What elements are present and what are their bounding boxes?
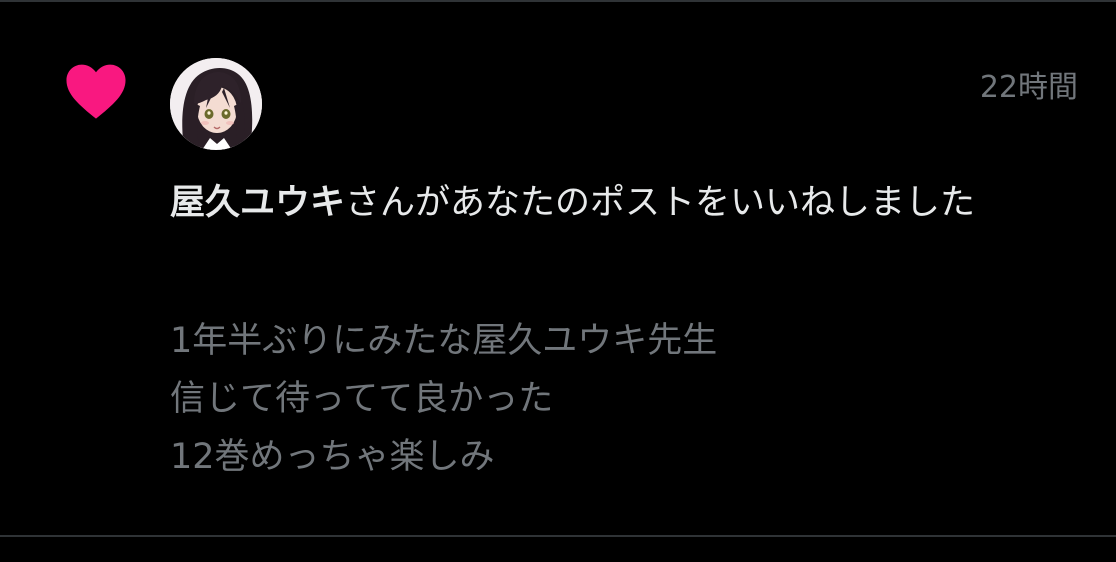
post-line: 12巻めっちゃ楽しみ — [170, 437, 495, 477]
notification-message: 屋久ユウキさんがあなたのポストをいいねしました — [170, 174, 1078, 232]
like-notification[interactable]: 22時間 屋久ユウキさんがあなたのポストをいいねしました 1年半ぶりにみたな屋久… — [0, 2, 1116, 535]
user-name[interactable]: 屋久ユウキ — [170, 183, 345, 223]
post-line: 1年半ぶりにみたな屋久ユウキ先生 — [170, 321, 718, 361]
heart-icon — [66, 64, 126, 119]
action-text: さんがあなたのポストをいいねしました — [345, 183, 976, 223]
avatar-image — [170, 58, 262, 150]
post-preview[interactable]: 1年半ぶりにみたな屋久ユウキ先生 信じて待ってて良かった 12巻めっちゃ楽しみ — [170, 312, 1078, 486]
timestamp: 22時間 — [979, 70, 1078, 105]
bottom-divider — [0, 535, 1116, 537]
post-line: 信じて待ってて良かった — [170, 379, 554, 419]
avatar[interactable] — [170, 58, 262, 150]
